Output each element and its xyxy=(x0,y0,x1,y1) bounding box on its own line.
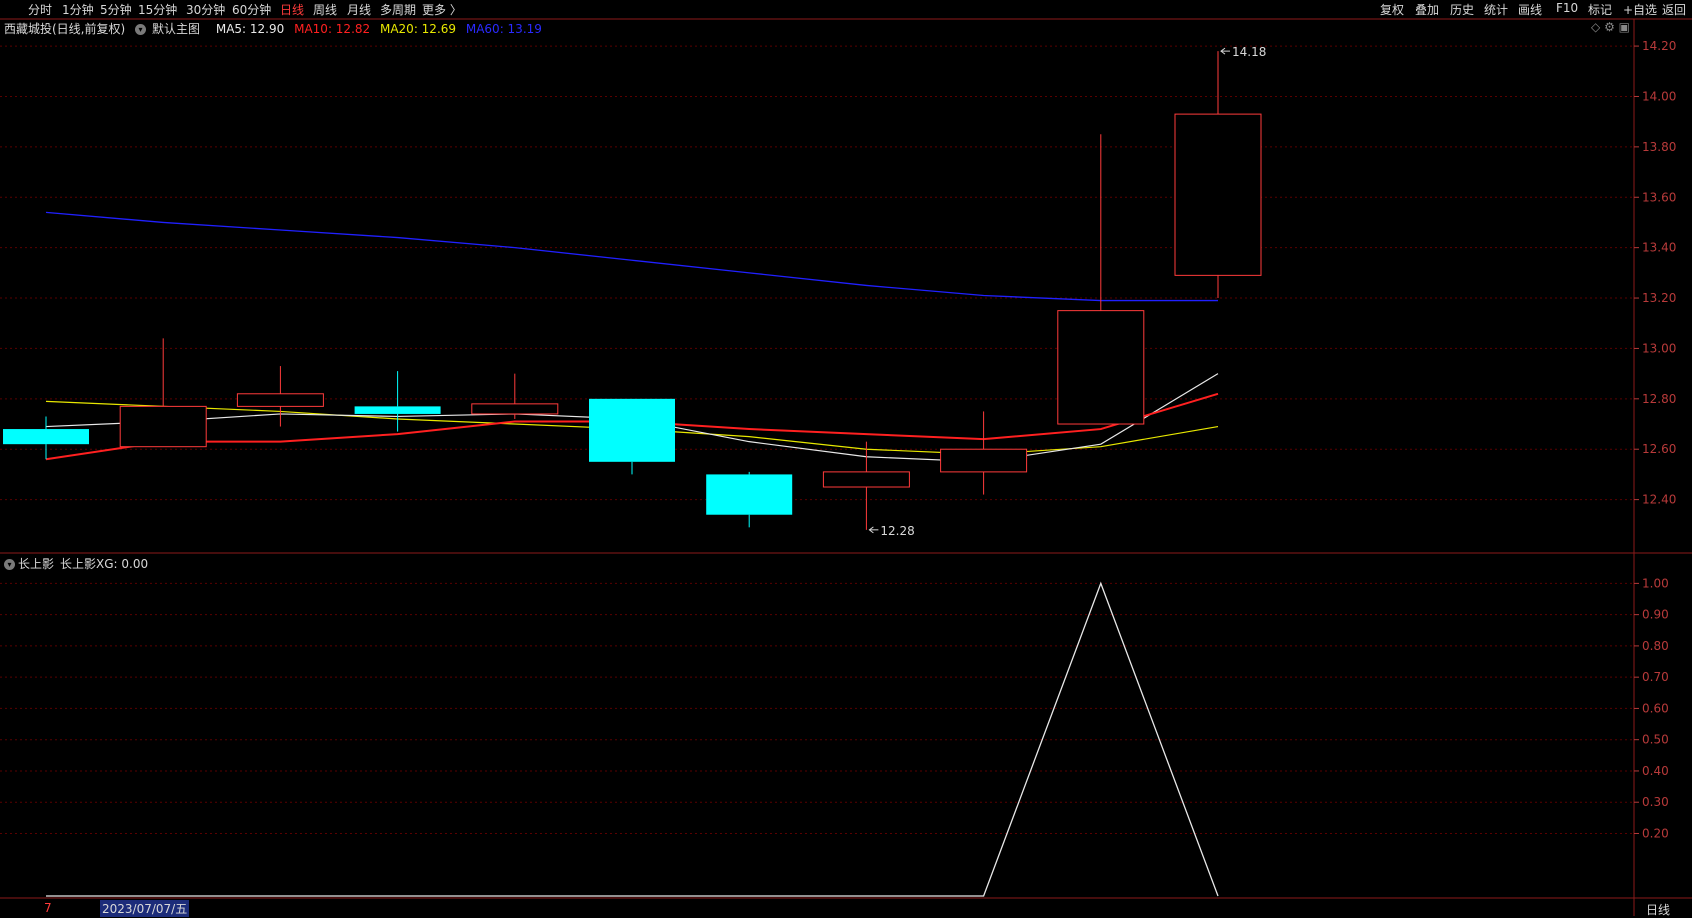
candle xyxy=(1174,51,1262,299)
candle-body-up xyxy=(822,471,910,488)
candle-body-down xyxy=(354,406,441,414)
candle xyxy=(236,366,324,427)
candle xyxy=(822,441,910,530)
candle-body-down xyxy=(3,429,89,445)
date-left-mark: 7 xyxy=(44,901,52,915)
candle xyxy=(706,471,793,528)
candle xyxy=(589,398,675,475)
sub-tick-label: 0.30 xyxy=(1642,795,1669,809)
period-label: 日线 xyxy=(1646,903,1671,917)
candlesticks xyxy=(3,51,1262,530)
candle-body-down xyxy=(706,474,793,515)
chart-canvas[interactable]: 12.40 12.60 12.80 13.00 13.20 13.40 13.60 13.80… xyxy=(0,0,1692,916)
candle-body-up xyxy=(471,403,559,415)
candle-body-up xyxy=(1057,310,1145,425)
main-tick-label: 13.40 xyxy=(1642,241,1676,255)
grid-lines xyxy=(0,18,1692,916)
candle xyxy=(471,373,559,419)
candle xyxy=(119,338,207,448)
sub-tick-label: 1.00 xyxy=(1642,576,1669,590)
candle-body-up xyxy=(119,405,207,448)
candle xyxy=(940,411,1028,495)
sub-tick-label: 0.70 xyxy=(1642,670,1669,684)
candle-body-up xyxy=(236,393,324,407)
sub-tick-label: 0.80 xyxy=(1642,639,1669,653)
main-tick-label: 14.00 xyxy=(1642,89,1676,103)
main-tick-label: 13.00 xyxy=(1642,341,1676,355)
main-tick-label: 12.80 xyxy=(1642,392,1676,406)
sub-tick-label: 0.60 xyxy=(1642,701,1669,715)
date-bar: 7 2023/07/07/五 xyxy=(0,900,1634,917)
candle-body-up xyxy=(1174,113,1262,276)
main-tick-label: 13.60 xyxy=(1642,190,1676,204)
sub-tick-label: 0.50 xyxy=(1642,733,1669,747)
sub-tick-label: 0.20 xyxy=(1642,826,1669,840)
main-tick-label: 12.40 xyxy=(1642,493,1676,507)
main-tick-label: 13.20 xyxy=(1642,291,1676,305)
annotation-label: 14.18 xyxy=(1232,45,1266,59)
annotation-label: 12.28 xyxy=(880,524,914,538)
candle-body-down xyxy=(589,398,675,462)
candle-body-up xyxy=(940,448,1028,473)
candle xyxy=(3,416,89,460)
main-tick-label: 14.20 xyxy=(1642,39,1676,53)
cursor-date: 2023/07/07/五 xyxy=(100,900,190,917)
candle xyxy=(1057,134,1145,425)
sub-tick-label: 0.40 xyxy=(1642,764,1669,778)
main-tick-label: 12.60 xyxy=(1642,442,1676,456)
price-axis: 12.40 12.60 12.80 13.00 13.20 13.40 13.60 13.80… xyxy=(1634,39,1676,840)
sub-tick-label: 0.90 xyxy=(1642,608,1669,622)
ma60-line xyxy=(45,211,1218,302)
main-tick-label: 13.80 xyxy=(1642,140,1676,154)
candle xyxy=(354,371,441,432)
